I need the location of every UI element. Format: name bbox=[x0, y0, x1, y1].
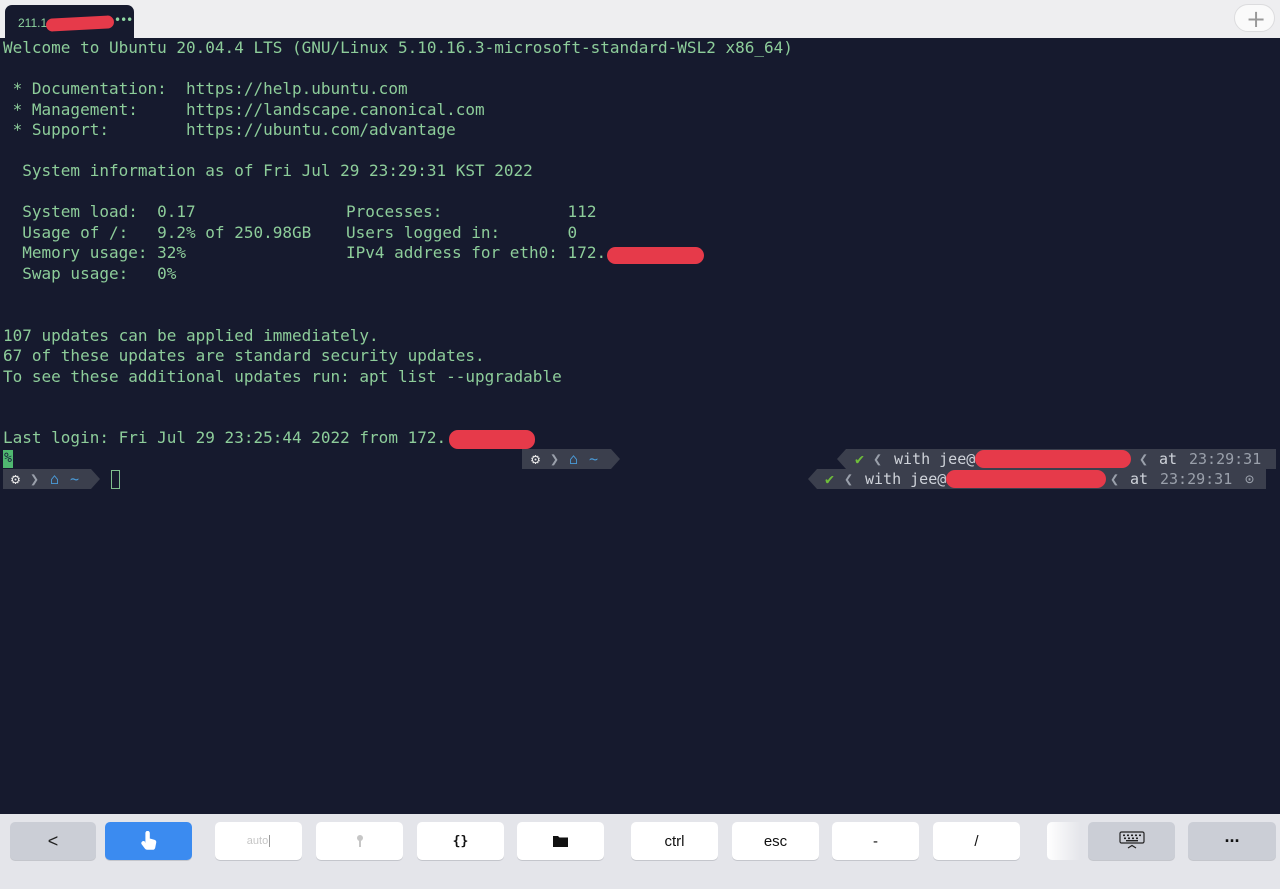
redaction-mark bbox=[946, 470, 1106, 488]
shell-prompt: ⚙ ❯ ⌂ ~ bbox=[3, 469, 100, 489]
terminal-line: Usage of /: 9.2% of 250.98GB bbox=[3, 223, 312, 242]
user-host: with jee@ bbox=[865, 470, 947, 488]
key-icon bbox=[356, 835, 363, 847]
terminal-line: Welcome to Ubuntu 20.04.4 LTS (GNU/Linux… bbox=[3, 38, 793, 57]
session-tab[interactable]: 211.1 ••• bbox=[5, 5, 134, 38]
back-button[interactable]: < bbox=[10, 822, 96, 860]
key-button[interactable] bbox=[316, 822, 403, 860]
at-label: at bbox=[1159, 450, 1178, 468]
ctrl-key[interactable]: ctrl bbox=[631, 822, 718, 860]
terminal-line: * Management: https://landscape.canonica… bbox=[3, 100, 485, 119]
terminal-line: Swap usage: 0% bbox=[3, 264, 177, 283]
toggle-keyboard-button[interactable] bbox=[1088, 822, 1175, 860]
hand-pointer-icon bbox=[140, 831, 156, 850]
slash-label: / bbox=[974, 832, 979, 850]
clock-icon: ⊙ bbox=[1245, 470, 1255, 488]
terminal-line: System information as of Fri Jul 29 23:2… bbox=[3, 161, 533, 180]
terminal-line: 107 updates can be applied immediately. bbox=[3, 326, 379, 345]
terminal-line: * Support: https://ubuntu.com/advantage bbox=[3, 120, 456, 139]
esc-label: esc bbox=[763, 832, 788, 850]
terminal-line: System load: 0.17 bbox=[3, 202, 196, 221]
plus-icon: + bbox=[1246, 5, 1267, 33]
sysinfo-users: Users logged in: 0 bbox=[346, 223, 578, 242]
prompt-separator: ❮ bbox=[844, 470, 854, 488]
prompt-separator: ❮ bbox=[873, 450, 883, 468]
ctrl-label: ctrl bbox=[664, 832, 685, 850]
more-button[interactable]: ··· bbox=[1188, 822, 1276, 860]
terminal-line: Last login: Fri Jul 29 23:25:44 2022 fro… bbox=[3, 428, 447, 447]
braces-button[interactable]: {} bbox=[417, 822, 504, 860]
ubuntu-icon: ⚙ bbox=[11, 470, 21, 488]
chevron-left-icon: < bbox=[47, 830, 59, 851]
prompt-arrow bbox=[808, 469, 817, 489]
text-cursor bbox=[111, 470, 120, 489]
sysinfo-ipv4: IPv4 address for eth0: 172. bbox=[346, 243, 607, 262]
dash-label: - bbox=[873, 832, 878, 850]
prompt-time: 23:29:31 bbox=[1160, 470, 1233, 488]
prompt-arrow bbox=[837, 449, 846, 469]
redaction-mark bbox=[449, 430, 535, 449]
esc-key[interactable]: esc bbox=[732, 822, 819, 860]
prompt-dir: ~ bbox=[589, 450, 599, 468]
prompt-separator: ❯ bbox=[30, 470, 40, 488]
slash-key[interactable]: / bbox=[933, 822, 1020, 860]
ellipsis-icon: ··· bbox=[1224, 830, 1241, 851]
check-icon: ✔ bbox=[855, 450, 865, 468]
ellipsis-icon[interactable]: ••• bbox=[114, 13, 133, 27]
keyboard-icon bbox=[1118, 831, 1145, 849]
folder-icon bbox=[553, 836, 568, 847]
files-button[interactable] bbox=[517, 822, 604, 860]
prompt-arrow bbox=[91, 469, 100, 489]
prompt-separator: ❮ bbox=[1110, 470, 1120, 488]
prompt-dir: ~ bbox=[70, 470, 80, 488]
prompt-time: 23:29:31 bbox=[1189, 450, 1262, 468]
prompt-separator: ❮ bbox=[1139, 450, 1149, 468]
redaction-mark bbox=[975, 450, 1131, 468]
scroll-fade-key bbox=[1047, 822, 1081, 860]
home-icon: ⌂ bbox=[569, 450, 579, 468]
new-tab-button[interactable]: + bbox=[1234, 4, 1275, 32]
dash-key[interactable]: - bbox=[832, 822, 919, 860]
terminal-line: 67 of these updates are standard securit… bbox=[3, 346, 485, 365]
terminal-line: * Documentation: https://help.ubuntu.com bbox=[3, 79, 408, 98]
auto-label: auto bbox=[246, 835, 269, 847]
echoed-prompt: ⚙ ❯ ⌂ ~ bbox=[522, 449, 620, 469]
braces-label: {} bbox=[452, 833, 469, 849]
terminal-view[interactable]: Welcome to Ubuntu 20.04.4 LTS (GNU/Linux… bbox=[0, 38, 1280, 814]
auto-caret bbox=[269, 835, 271, 847]
home-icon: ⌂ bbox=[50, 470, 60, 488]
sysinfo-processes: Processes: 112 bbox=[346, 202, 597, 221]
tab-bar: 211.1 ••• + bbox=[0, 0, 1280, 38]
terminal-line: Memory usage: 32% bbox=[3, 243, 187, 262]
prompt-separator: ❯ bbox=[550, 450, 560, 468]
check-icon: ✔ bbox=[825, 470, 835, 488]
user-host: with jee@ bbox=[894, 450, 976, 468]
redaction-mark bbox=[607, 247, 704, 264]
ubuntu-icon: ⚙ bbox=[531, 450, 541, 468]
autocomplete-button[interactable]: auto bbox=[215, 822, 302, 860]
prompt-arrow bbox=[611, 449, 620, 469]
percent-marker: % bbox=[3, 450, 13, 468]
touch-mode-button[interactable] bbox=[105, 822, 192, 860]
tab-title: 211.1 bbox=[18, 16, 48, 30]
at-label: at bbox=[1130, 470, 1149, 488]
terminal-line: To see these additional updates run: apt… bbox=[3, 367, 562, 386]
keyboard-toolbar: < auto {} ctrl esc - / ··· bbox=[0, 814, 1280, 889]
redaction-mark bbox=[45, 15, 115, 32]
